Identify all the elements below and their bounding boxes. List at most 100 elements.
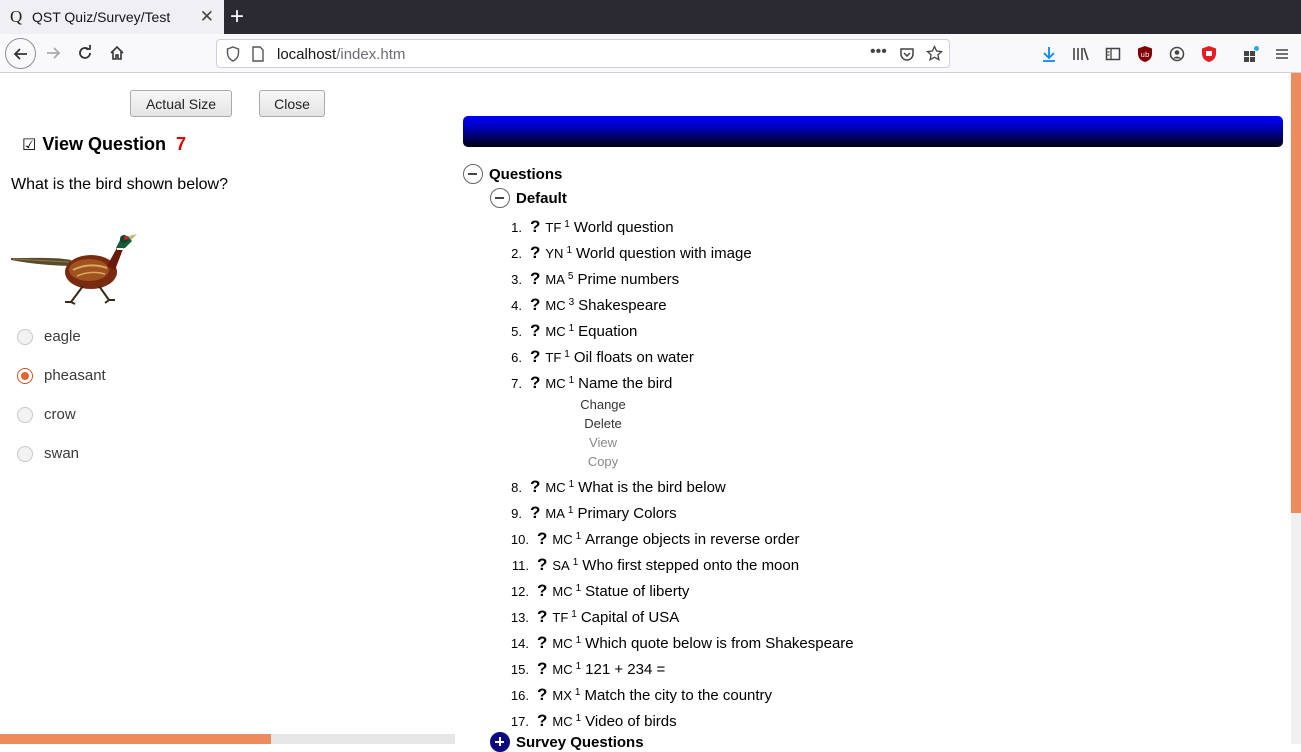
browser-tab[interactable]: Q QST Quiz/Survey/Test ✕ xyxy=(0,0,224,34)
account-icon[interactable] xyxy=(1166,43,1188,65)
tree-root-questions[interactable]: Questions xyxy=(463,164,562,184)
question-mark-icon[interactable]: ? xyxy=(530,321,540,341)
question-row[interactable]: 16.? MX 1 Match the city to the country xyxy=(510,685,772,705)
question-title[interactable]: Oil floats on water xyxy=(574,349,694,366)
actual-size-button[interactable]: Actual Size xyxy=(130,90,232,117)
collapse-icon[interactable] xyxy=(463,164,483,184)
question-title[interactable]: Which quote below is from Shakespeare xyxy=(585,635,853,652)
radio-swan[interactable] xyxy=(17,445,33,462)
collapse-icon[interactable] xyxy=(490,188,510,208)
question-row[interactable]: 5.? MC 1 Equation xyxy=(510,321,637,341)
question-mark-icon[interactable]: ? xyxy=(537,529,547,549)
question-mark-icon[interactable]: ? xyxy=(530,503,540,523)
menu-item-view[interactable]: View xyxy=(573,435,633,450)
question-title[interactable]: Capital of USA xyxy=(581,609,679,626)
page-scrollbar[interactable] xyxy=(1291,73,1301,744)
question-row[interactable]: 12.? MC 1 Statue of liberty xyxy=(510,581,689,601)
sidebar-icon[interactable] xyxy=(1102,43,1124,65)
radio-eagle[interactable] xyxy=(17,328,33,345)
reload-button[interactable] xyxy=(70,38,100,68)
question-mark-icon[interactable]: ? xyxy=(530,373,540,393)
back-button[interactable] xyxy=(5,38,36,69)
question-row[interactable]: 8.? MC 1 What is the bird below xyxy=(510,477,726,497)
question-mark-icon[interactable]: ? xyxy=(537,659,547,679)
radio-crow[interactable] xyxy=(17,406,33,423)
tree-group-default[interactable]: Default xyxy=(490,188,567,208)
question-answer-count: 1 xyxy=(575,531,582,542)
bookmark-star-icon[interactable] xyxy=(926,45,943,62)
home-button[interactable] xyxy=(102,38,132,68)
close-button[interactable]: Close xyxy=(259,90,325,117)
menu-item-copy[interactable]: Copy xyxy=(573,454,633,469)
forward-button[interactable] xyxy=(38,38,68,68)
question-row[interactable]: 17.? MC 1 Video of birds xyxy=(510,711,677,731)
menu-item-delete[interactable]: Delete xyxy=(573,416,633,431)
menu-icon[interactable] xyxy=(1271,43,1293,65)
question-type: MX xyxy=(552,688,572,703)
question-row[interactable]: 10.? MC 1 Arrange objects in reverse order xyxy=(510,529,800,549)
question-title[interactable]: Prime numbers xyxy=(577,271,679,288)
option-swan[interactable]: swan xyxy=(17,445,79,462)
menu-item-change[interactable]: Change xyxy=(573,397,633,412)
question-row[interactable]: 4.? MC 3 Shakespeare xyxy=(510,295,666,315)
question-mark-icon[interactable]: ? xyxy=(530,295,540,315)
more-actions-icon[interactable]: ••• xyxy=(870,43,887,61)
question-title[interactable]: Primary Colors xyxy=(577,505,676,522)
shield-icon[interactable] xyxy=(226,46,240,62)
question-type: MC xyxy=(545,480,566,495)
question-row[interactable]: 7.? MC 1 Name the bird xyxy=(510,373,672,393)
scrollbar-thumb[interactable] xyxy=(1291,73,1301,513)
question-mark-icon[interactable]: ? xyxy=(530,243,540,263)
library-icon[interactable] xyxy=(1070,43,1092,65)
question-row[interactable]: 9.? MA 1 Primary Colors xyxy=(510,503,676,523)
page-icon[interactable] xyxy=(251,46,265,62)
download-icon[interactable] xyxy=(1038,43,1060,65)
question-title[interactable]: Match the city to the country xyxy=(584,687,772,704)
option-eagle[interactable]: eagle xyxy=(17,328,81,345)
question-mark-icon[interactable]: ? xyxy=(530,477,540,497)
question-title[interactable]: Statue of liberty xyxy=(585,583,689,600)
option-pheasant[interactable]: pheasant xyxy=(17,367,106,384)
new-tab-icon[interactable]: + xyxy=(230,3,244,31)
question-title[interactable]: Shakespeare xyxy=(578,297,666,314)
tree-survey-label: Survey Questions xyxy=(516,733,644,751)
checkbox-checked-icon[interactable]: ☑ xyxy=(22,135,36,155)
question-title[interactable]: What is the bird below xyxy=(578,479,726,496)
question-title[interactable]: Equation xyxy=(578,323,637,340)
question-mark-icon[interactable]: ? xyxy=(537,685,547,705)
question-row[interactable]: 6.? TF 1 Oil floats on water xyxy=(510,347,694,367)
tree-group-survey[interactable]: Survey Questions xyxy=(490,732,644,752)
ublock-icon[interactable]: ub xyxy=(1134,43,1156,65)
radio-pheasant[interactable] xyxy=(17,367,33,384)
question-mark-icon[interactable]: ? xyxy=(537,607,547,627)
extensions-icon[interactable] xyxy=(1240,43,1262,65)
option-crow[interactable]: crow xyxy=(17,406,76,423)
question-mark-icon[interactable]: ? xyxy=(530,217,540,237)
tab-close-icon[interactable]: ✕ xyxy=(200,7,214,27)
question-mark-icon[interactable]: ? xyxy=(530,269,540,289)
question-title[interactable]: Name the bird xyxy=(578,375,672,392)
question-title[interactable]: Arrange objects in reverse order xyxy=(585,531,799,548)
pocket-icon[interactable] xyxy=(899,46,915,62)
question-title[interactable]: 121 + 234 = xyxy=(585,661,665,678)
question-row[interactable]: 3.? MA 5 Prime numbers xyxy=(510,269,679,289)
question-mark-icon[interactable]: ? xyxy=(530,347,540,367)
url-bar[interactable]: localhost/index.htm ••• xyxy=(216,39,950,68)
question-mark-icon[interactable]: ? xyxy=(537,711,547,731)
question-mark-icon[interactable]: ? xyxy=(537,633,547,653)
privacy-badger-icon[interactable] xyxy=(1198,43,1220,65)
question-title[interactable]: Who first stepped onto the moon xyxy=(582,557,799,574)
question-mark-icon[interactable]: ? xyxy=(537,555,547,575)
question-row[interactable]: 2.? YN 1 World question with image xyxy=(510,243,752,263)
question-mark-icon[interactable]: ? xyxy=(537,581,547,601)
question-title[interactable]: Video of birds xyxy=(585,713,676,730)
question-row[interactable]: 15.? MC 1 121 + 234 = xyxy=(510,659,665,679)
question-row[interactable]: 11.? SA 1 Who first stepped onto the moon xyxy=(510,555,799,575)
question-row[interactable]: 14.? MC 1 Which quote below is from Shakesp… xyxy=(510,633,854,653)
expand-icon[interactable] xyxy=(490,732,510,752)
question-row[interactable]: 13.? TF 1 Capital of USA xyxy=(510,607,679,627)
question-title[interactable]: World question xyxy=(574,219,674,236)
question-row[interactable]: 1.? TF 1 World question xyxy=(510,217,674,237)
question-title[interactable]: World question with image xyxy=(576,245,752,262)
question-number: 4. xyxy=(511,298,522,313)
